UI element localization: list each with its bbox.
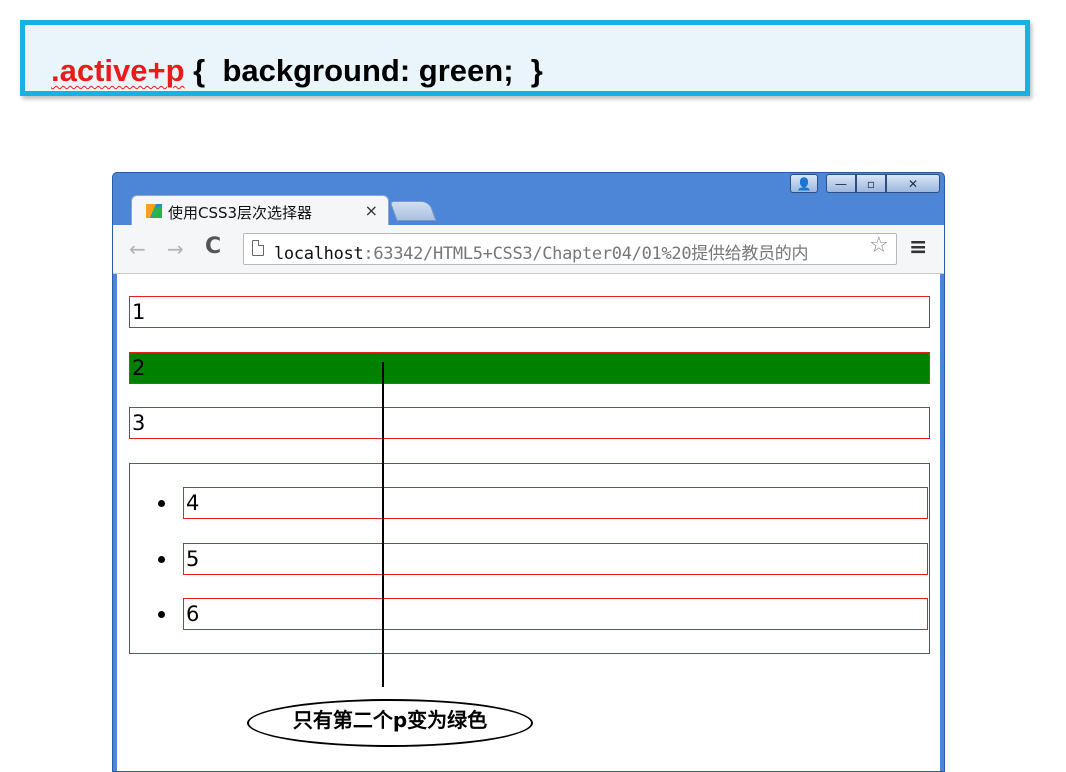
list-item: 5 bbox=[183, 543, 928, 575]
bullet-icon bbox=[158, 556, 165, 563]
css-declaration: { background: green; } bbox=[184, 53, 543, 88]
tab-close-icon[interactable]: × bbox=[365, 201, 378, 220]
reload-icon[interactable]: C bbox=[205, 234, 221, 259]
list-item: 4 bbox=[183, 487, 928, 519]
browser-window: 👤 — ▫ ✕ 使用CSS3层次选择器 × ← → C localhost:63… bbox=[112, 172, 945, 772]
page-viewport: 1 2 3 4 5 6 bbox=[117, 274, 940, 771]
bullet-icon bbox=[158, 500, 165, 507]
browser-tab[interactable]: 使用CSS3层次选择器 × bbox=[131, 195, 389, 225]
url-text: localhost:63342/HTML5+CSS3/Chapter04/01%… bbox=[274, 244, 809, 264]
unordered-list: 4 5 6 bbox=[129, 463, 930, 654]
page-icon bbox=[252, 240, 264, 256]
minimize-button[interactable]: — bbox=[826, 174, 856, 193]
paragraph-1: 1 bbox=[129, 296, 930, 328]
paragraph-3: 3 bbox=[129, 407, 930, 439]
new-tab-button[interactable] bbox=[389, 201, 437, 221]
menu-icon[interactable]: ≡ bbox=[909, 235, 927, 260]
tab-title: 使用CSS3层次选择器 bbox=[168, 204, 313, 222]
address-bar[interactable]: localhost:63342/HTML5+CSS3/Chapter04/01%… bbox=[243, 233, 897, 265]
code-banner: .active+p { background: green; } bbox=[20, 20, 1030, 96]
annotation-callout: 只有第二个p变为绿色 bbox=[247, 699, 533, 747]
window-controls: 👤 — ▫ ✕ bbox=[790, 174, 940, 194]
webstorm-favicon-icon bbox=[146, 204, 162, 218]
css-selector: .active+p bbox=[51, 53, 185, 88]
list-item: 6 bbox=[183, 598, 928, 630]
annotation-pointer-line bbox=[382, 362, 384, 687]
css-rule: .active+p { background: green; } bbox=[51, 53, 543, 89]
maximize-button[interactable]: ▫ bbox=[856, 174, 886, 193]
paragraph-2-active-sibling: 2 bbox=[129, 352, 930, 384]
back-arrow-icon[interactable]: ← bbox=[129, 237, 146, 261]
forward-arrow-icon[interactable]: → bbox=[167, 237, 184, 261]
bullet-icon bbox=[158, 611, 165, 618]
close-window-button[interactable]: ✕ bbox=[886, 174, 940, 193]
user-profile-button[interactable]: 👤 bbox=[790, 174, 818, 193]
browser-toolbar: ← → C localhost:63342/HTML5+CSS3/Chapter… bbox=[113, 225, 944, 274]
bookmark-star-icon[interactable]: ☆ bbox=[869, 233, 889, 258]
